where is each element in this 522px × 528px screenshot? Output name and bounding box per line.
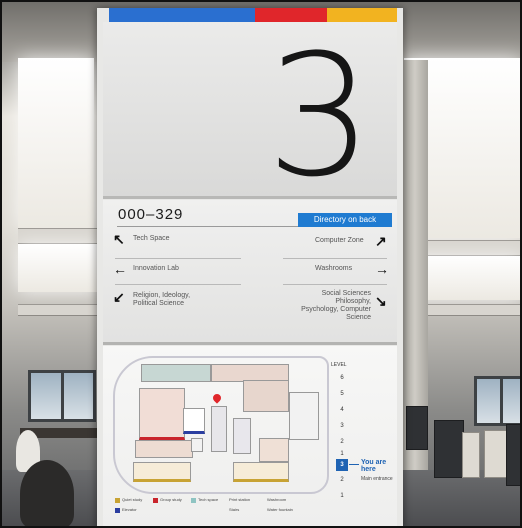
separator [115,258,241,259]
arrow-down-right-icon: ↘ [375,293,387,309]
legend-washroom-top: Washroom [267,497,287,502]
separator [283,258,387,259]
map-room-right [289,392,319,440]
wayfinding-sign: 3 000–329 Directory on back ↖ Tech Space… [97,8,403,528]
map-washroom [183,408,205,434]
room-range: 000–329 [118,206,184,223]
legend-quiet-study: Quiet study [122,497,143,502]
kiosk [406,406,428,450]
window-left [28,370,96,422]
chair-left [20,460,74,528]
floor-map-panel: LEVEL 6 5 4 3 2 1 3 2 1 You are here Mai… [103,346,397,528]
arrow-right-icon: → [375,261,389,277]
legend-swatch-quiet-study [115,498,120,503]
level-title: LEVEL [331,362,347,368]
legend-stairs: Stairs [229,507,240,512]
map-quiet-study-south [233,462,289,482]
direction-religion-ideology: Religion, Ideology, Political Science [133,292,191,307]
person-right [506,424,522,486]
arrow-left-icon: ← [113,261,127,277]
floor-number: 3 [266,18,373,214]
level-2: 2 [340,477,344,483]
arrow-down-left-icon: ↙ [113,289,125,305]
level-3-upper: 3 [340,423,344,429]
ceiling-beam-left [18,228,98,244]
light-panel-left [18,244,98,292]
arrow-up-left-icon: ↖ [113,231,125,247]
legend-swatch-tech-space [191,498,196,503]
direction-washrooms: Washrooms [315,265,353,272]
window-right [474,376,522,426]
printer-light [462,432,480,478]
legend-group-study: Group study [160,497,182,502]
legend-tech-space: Tech space [198,497,219,502]
map-room-north [141,364,211,382]
separator [283,284,387,285]
map-elevator-block [233,418,251,454]
level-2-upper: 2 [340,439,344,445]
map-stairs [191,438,203,452]
map-room-east [243,380,289,412]
direction-innovation-lab: Innovation Lab [133,265,179,272]
level-5: 5 [340,391,344,397]
legend-elevator: Elevator [122,507,137,512]
current-level-indicator: 3 [336,459,348,471]
directory-on-back-label: Directory on back [298,213,392,227]
separator [115,284,241,285]
floor-number-panel: 3 [103,18,397,214]
direction-tech-space: Tech Space [133,235,170,242]
sign-stripe-blue [109,8,255,22]
map-room-southwest [135,440,193,458]
arrow-up-right-icon: ↗ [375,233,387,249]
direction-social-sciences: Social Sciences Philosophy, Psychology, … [301,290,371,321]
directions-panel: 000–329 Directory on back ↖ Tech Space ↗… [103,200,397,345]
level-6: 6 [340,375,344,381]
legend-swatch-group-study [153,498,158,503]
direction-computer-zone: Computer Zone [315,237,364,244]
map-corridor [211,406,227,452]
legend-swatch-washroom [115,508,120,513]
map-room-southeast [259,438,289,462]
map-quiet-study-west [133,462,191,482]
legend-print-station: Print station [229,497,251,502]
main-entrance-label: Main entrance [361,476,393,482]
ceiling-beam-left-2 [18,304,98,316]
legend-water-fountain: Water fountain [267,507,293,512]
printer-dark [434,420,464,478]
skylight-left [18,58,94,228]
you-are-here-label: You are here [361,459,387,473]
printer-light-2 [484,430,508,478]
you-are-here-pointer [349,464,359,465]
map-room-group-study [139,388,185,440]
level-1: 1 [340,493,344,499]
level-4: 4 [340,407,344,413]
